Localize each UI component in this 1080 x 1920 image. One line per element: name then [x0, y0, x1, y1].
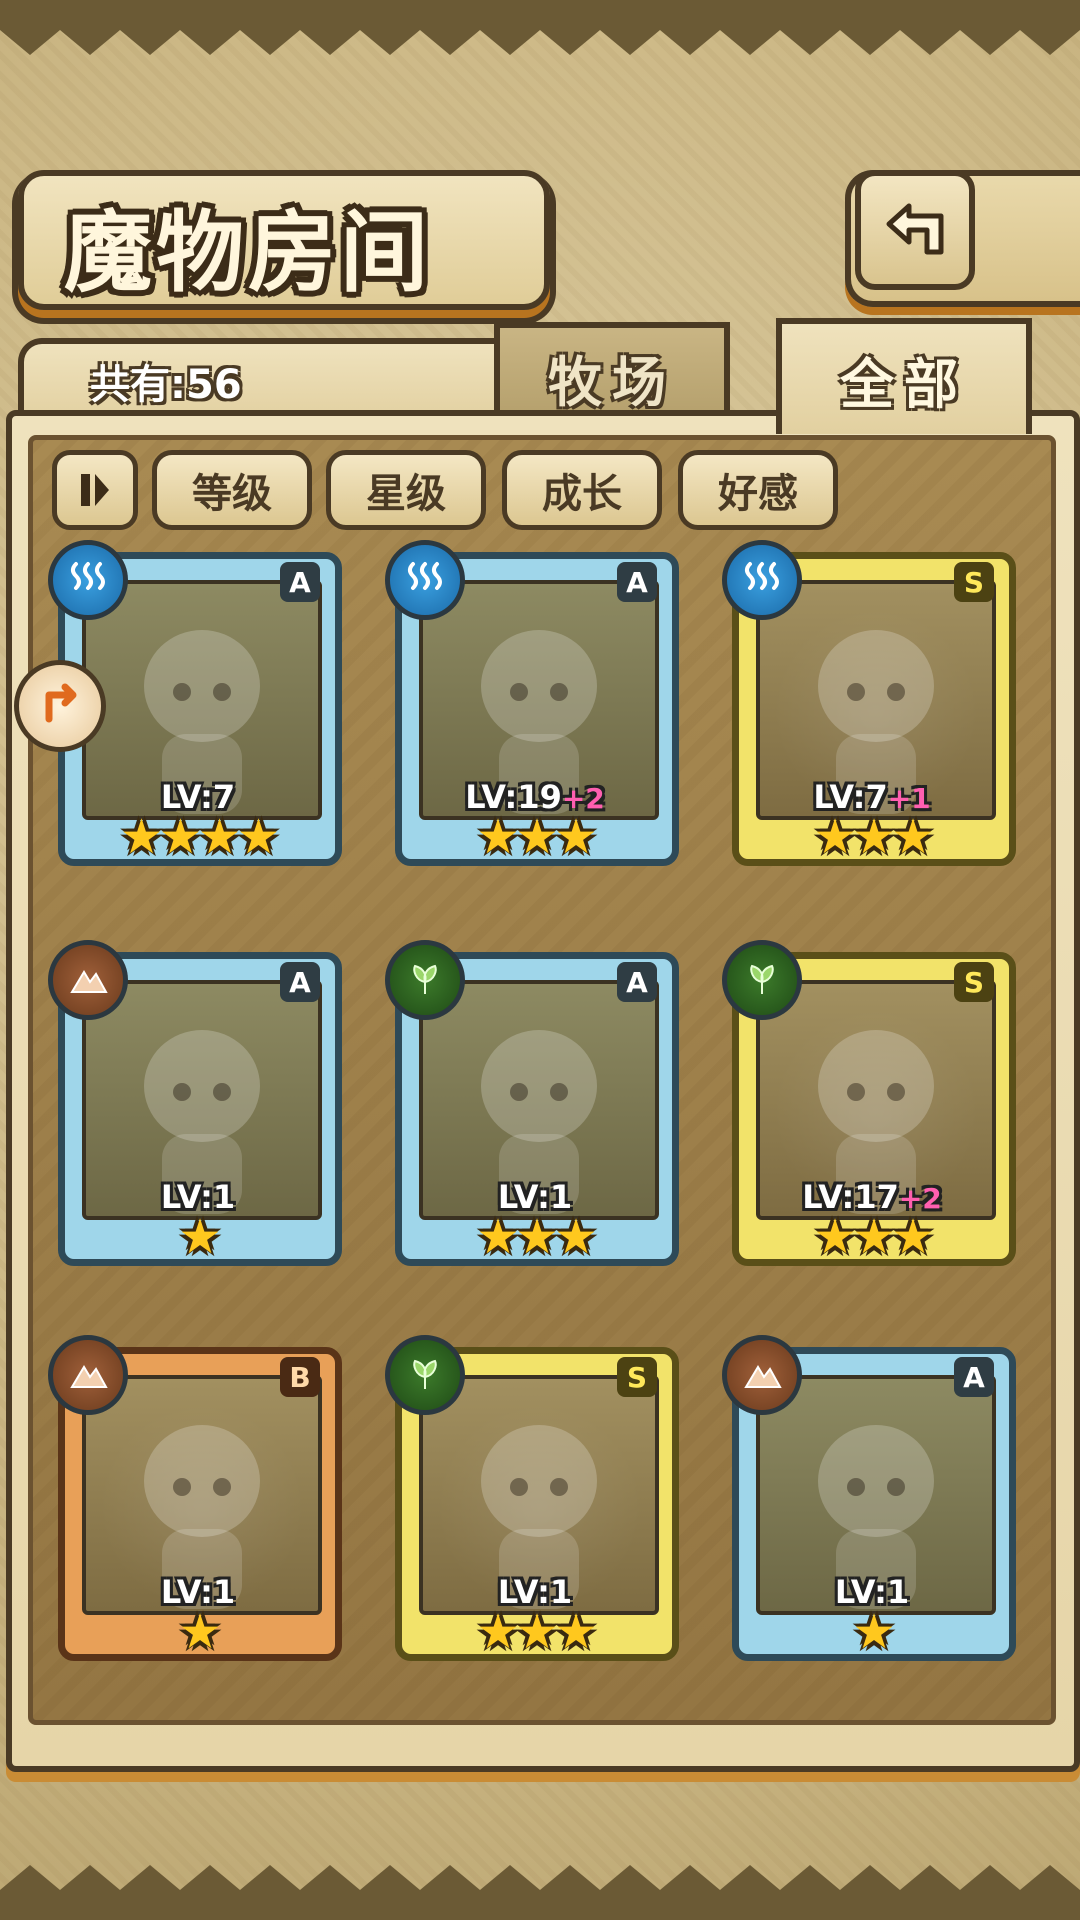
element-wood-icon	[722, 940, 802, 1020]
pause-sort-icon	[81, 474, 109, 506]
tab-all-label: 全部	[840, 352, 968, 416]
monster-count: 共有:56	[90, 362, 242, 408]
tab-all[interactable]: 全部	[776, 318, 1032, 434]
monster-card[interactable]: A LV:1 ★	[48, 940, 348, 1270]
element-symbol-icon	[745, 562, 779, 590]
sort-toggle-button[interactable]	[52, 450, 138, 530]
element-wood-icon	[385, 1335, 465, 1415]
return-button[interactable]	[855, 170, 975, 290]
rank-badge: A	[617, 562, 657, 602]
monster-card[interactable]: S LV:17+2 ★★★	[722, 940, 1022, 1270]
element-symbol-icon	[744, 1365, 782, 1388]
star-rating: ★★★	[476, 1209, 597, 1265]
side-arrow-button[interactable]	[14, 660, 106, 752]
element-symbol-icon	[71, 562, 105, 590]
rank-badge: B	[280, 1357, 320, 1397]
return-icon	[886, 203, 944, 255]
element-earth-icon	[48, 940, 128, 1020]
rank-badge: A	[954, 1357, 994, 1397]
element-symbol-icon	[70, 970, 108, 993]
arrow-icon	[45, 683, 77, 723]
star-rating: ★★★	[813, 809, 934, 865]
element-earth-icon	[48, 1335, 128, 1415]
page-title: 魔物房间	[64, 201, 433, 304]
star-rating: ★★★	[476, 809, 597, 865]
top-zigzag-border	[0, 0, 1080, 55]
rank-badge: A	[280, 562, 320, 602]
element-symbol-icon	[408, 562, 442, 590]
monster-card[interactable]: B LV:1 ★	[48, 1335, 348, 1665]
element-symbol-icon	[413, 964, 437, 994]
star-rating: ★★★	[813, 1209, 934, 1265]
monster-card[interactable]: S LV:1 ★★★	[385, 1335, 685, 1665]
element-water-icon	[722, 540, 802, 620]
element-water-icon	[385, 540, 465, 620]
tab-ranch-label: 牧场	[548, 350, 676, 414]
filter-star-button[interactable]: 星级	[326, 450, 486, 530]
monster-card[interactable]: A LV:1 ★★★	[385, 940, 685, 1270]
rank-badge: S	[954, 962, 994, 1002]
rank-badge: A	[617, 962, 657, 1002]
element-water-icon	[48, 540, 128, 620]
rank-badge: A	[280, 962, 320, 1002]
filter-affection-button[interactable]: 好感	[678, 450, 838, 530]
element-symbol-icon	[413, 1359, 437, 1389]
element-earth-icon	[722, 1335, 802, 1415]
monster-card[interactable]: A LV:1 ★	[722, 1335, 1022, 1665]
element-symbol-icon	[70, 1365, 108, 1388]
star-rating: ★	[852, 1604, 895, 1660]
filter-level-button[interactable]: 等级	[152, 450, 312, 530]
title-plate: 魔物房间	[18, 170, 550, 310]
star-rating: ★	[178, 1604, 221, 1660]
bottom-zigzag-border	[0, 1865, 1080, 1920]
monster-card[interactable]: S LV:7+1 ★★★	[722, 540, 1022, 870]
element-wood-icon	[385, 940, 465, 1020]
monster-card[interactable]: A LV:19+2 ★★★	[385, 540, 685, 870]
star-rating: ★★★★	[119, 809, 280, 865]
star-rating: ★	[178, 1209, 221, 1265]
rank-badge: S	[617, 1357, 657, 1397]
filter-growth-button[interactable]: 成长	[502, 450, 662, 530]
element-symbol-icon	[750, 964, 774, 994]
star-rating: ★★★	[476, 1604, 597, 1660]
rank-badge: S	[954, 562, 994, 602]
